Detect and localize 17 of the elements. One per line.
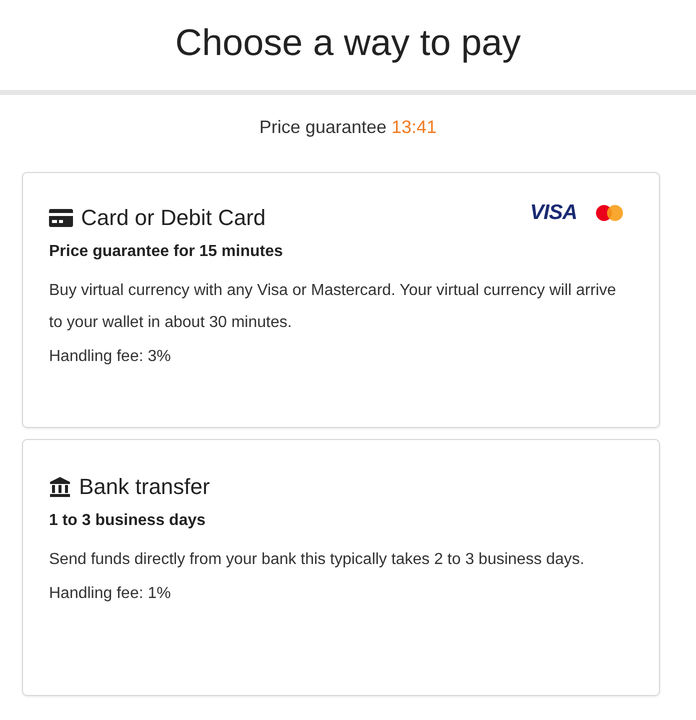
payment-method-description: Buy virtual currency with any Visa or Mastercard. Your virtual currency will arrive to your wallet in about 30 minutes.	[49, 281, 618, 333]
handling-fee: Handling fee: 3%	[49, 347, 172, 367]
payment-method-description: Send funds directly from your bank this typically takes 2 to 3 business days.	[49, 550, 586, 570]
handling-fee: Handling fee: 1%	[49, 584, 172, 604]
page-title: Choose a way to pay	[175, 22, 521, 65]
payment-option-card[interactable]: Bank transfer 1 to 3 business days Send funds directly from your bank this typically takes 2 to 3 business days. Handling fee: 1%	[22, 439, 660, 696]
price-guarantee-label: Price guarantee	[259, 117, 387, 137]
visa-logo: VISA	[530, 201, 577, 225]
payment-method-title: Bank transfer	[79, 474, 210, 500]
payment-method-subtitle: Price guarantee for 15 minutes	[49, 243, 284, 261]
countdown-timer: 13:41	[392, 117, 437, 137]
payment-method-subtitle: 1 to 3 business days	[49, 512, 207, 530]
payment-option-card[interactable]: Card or Debit Card VISA Price guarantee for 15 minutes Buy virtual currency with any Visa or Mastercard. Your virtual currency will arrive to your wallet in about 30 minutes. Handling fee: 3%	[22, 172, 660, 428]
credit-card-icon	[49, 209, 73, 227]
payment-method-title: Card or Debit Card	[81, 205, 266, 231]
bank-icon	[49, 477, 71, 497]
mastercard-logo	[595, 204, 625, 222]
